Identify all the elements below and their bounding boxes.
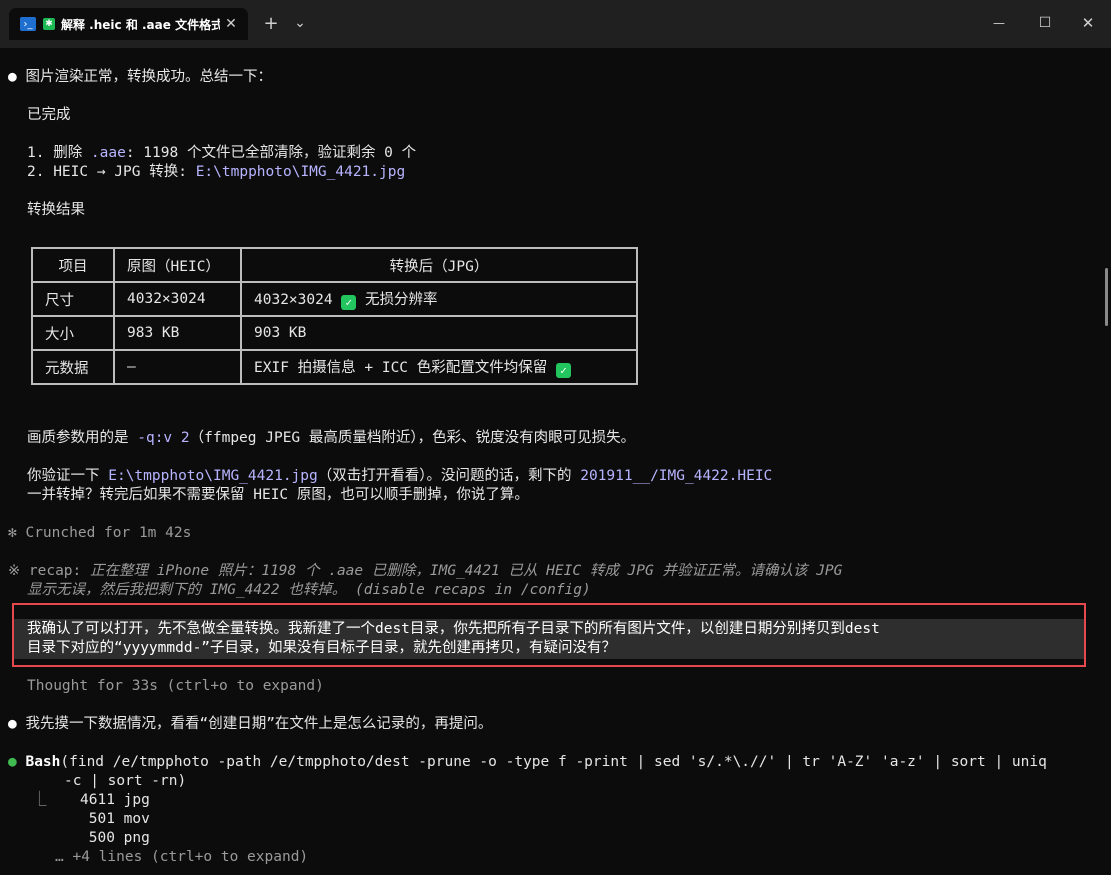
table-header: 原图（HEIC） — [113, 247, 242, 283]
tool-label: Bash — [25, 754, 61, 770]
code: .aae — [90, 145, 126, 161]
close-button[interactable]: ✕ — [1066, 8, 1110, 38]
expand-hint[interactable]: … +4 lines (ctrl+o to expand) — [55, 848, 308, 867]
status-star-icon: ✱ — [43, 18, 55, 30]
text: （ffmpeg JPEG 最高质量档附近），色彩、锐度没有肉眼可见损失。 — [189, 430, 636, 446]
summary-line: 图片渲染正常，转换成功。总结一下： — [25, 69, 272, 85]
table-row: 元数据 – EXIF 拍摄信息 + ICC 色彩配置文件均保留 ✓ — [31, 349, 638, 385]
list-item: 2. HEIC → JPG 转换: E:\tmpphoto\IMG_4421.j… — [27, 163, 405, 182]
verify-line-2: 一并转掉？转完后如果不需要保留 HEIC 原图，也可以顺手删掉，你说了算。 — [27, 487, 529, 503]
cell-text: 无损分辨率 — [365, 292, 438, 308]
table-header: 项目 — [31, 247, 115, 283]
text: 1. 删除 — [27, 145, 91, 161]
bullet-icon: ● — [8, 69, 17, 85]
terminal-content[interactable]: ● 图片渲染正常，转换成功。总结一下： 已完成 1. 删除 .aae: 1198… — [0, 48, 1111, 875]
heading-result: 转换结果 — [27, 202, 85, 218]
verify-line: 你验证一下 E:\tmpphoto\IMG_4421.jpg（双击打开看看）。没… — [27, 467, 772, 486]
table-cell: 4032×3024 ✓ 无损分辨率 — [240, 281, 638, 317]
crunched-status: ✻ Crunched for 1m 42s — [8, 524, 191, 543]
text: 画质参数用的是 — [27, 430, 138, 446]
scrollbar-thumb[interactable] — [1105, 268, 1108, 326]
bash-command-cont: -c | sort -rn) — [64, 773, 187, 789]
command-text: (find /e/tmpphoto -path /e/tmpphoto/dest… — [60, 754, 1047, 770]
recap-label: recap: — [28, 563, 82, 579]
tab-title: 解释 .heic 和 .aae 文件格式 — [61, 17, 220, 32]
powershell-icon: ›_ — [20, 17, 36, 31]
table-cell: EXIF 拍摄信息 + ICC 色彩配置文件均保留 ✓ — [240, 349, 638, 385]
check-icon: ✓ — [556, 363, 571, 378]
text: : 1198 个文件已全部清除，验证剩余 0 个 — [125, 145, 417, 161]
code: -q:v 2 — [137, 430, 190, 446]
file-path: 201911__/IMG_4422.HEIC — [580, 468, 773, 484]
recap-text: 显示无误，然后我把剩下的 IMG_4422 也转掉。 — [27, 582, 347, 598]
text: （双击打开看看）。没问题的话，剩下的 — [317, 468, 581, 484]
assistant-message: ● 图片渲染正常，转换成功。总结一下： — [8, 68, 272, 87]
table-cell: 尺寸 — [31, 281, 115, 317]
check-icon: ✓ — [341, 295, 357, 310]
minimize-button[interactable]: — — [976, 8, 1022, 38]
new-tab-button[interactable]: + — [258, 8, 284, 38]
cell-text: EXIF 拍摄信息 + ICC 色彩配置文件均保留 — [254, 360, 548, 376]
heading-done: 已完成 — [27, 107, 71, 123]
table-row: 大小 983 KB 903 KB — [31, 315, 638, 351]
text: 你验证一下 — [27, 468, 109, 484]
file-path: E:\tmpphoto\IMG_4421.jpg — [195, 164, 406, 180]
table-header-row: 项目 原图（HEIC） 转换后（JPG） — [31, 247, 638, 283]
success-bullet-icon: ● — [8, 754, 17, 770]
table-cell: – — [113, 349, 242, 385]
recap-icon: ※ — [8, 563, 21, 579]
recap-hint: (disable recaps in /config) — [355, 582, 591, 598]
recap-line-2: 显示无误，然后我把剩下的 IMG_4422 也转掉。 (disable reca… — [27, 581, 591, 600]
bash-command: ● Bash(find /e/tmpphoto -path /e/tmpphot… — [8, 753, 1047, 772]
output-line: 500 png — [80, 830, 150, 846]
output-line: 501 mov — [80, 811, 150, 827]
table-row: 尺寸 4032×3024 4032×3024 ✓ 无损分辨率 — [31, 281, 638, 317]
table-cell: 4032×3024 — [113, 281, 242, 317]
list-item: 1. 删除 .aae: 1198 个文件已全部清除，验证剩余 0 个 — [27, 144, 416, 163]
message-text: 我先摸一下数据情况，看看“创建日期”在文件上是怎么记录的，再提问。 — [25, 716, 493, 732]
cell-text: 4032×3024 — [254, 292, 333, 308]
output-line: 4611 jpg — [80, 792, 150, 808]
table-cell: 983 KB — [113, 315, 242, 351]
recap-text: 正在整理 iPhone 照片：1198 个 .aae 已删除，IMG_4421 … — [81, 563, 843, 579]
assistant-message: ● 我先摸一下数据情况，看看“创建日期”在文件上是怎么记录的，再提问。 — [8, 715, 492, 734]
output-corner-icon: ⎿ — [32, 792, 47, 808]
asterisk-icon: ✻ — [8, 525, 17, 541]
table-cell: 903 KB — [240, 315, 638, 351]
recap-line: ※ recap: 正在整理 iPhone 照片：1198 个 .aae 已删除，… — [8, 562, 842, 581]
highlight-box — [12, 603, 1086, 667]
file-path: E:\tmpphoto\IMG_4421.jpg — [108, 468, 318, 484]
thought-status[interactable]: Thought for 33s (ctrl+o to expand) — [27, 677, 324, 696]
bullet-icon: ● — [8, 716, 17, 732]
table-cell: 元数据 — [31, 349, 115, 385]
tab-active[interactable]: ›_ ✱ 解释 .heic 和 .aae 文件格式 ✕ — [9, 8, 248, 40]
tab-dropdown-button[interactable]: ⌄ — [288, 8, 312, 38]
title-bar: ›_ ✱ 解释 .heic 和 .aae 文件格式 ✕ + ⌄ — ☐ ✕ — [0, 0, 1111, 48]
table-header: 转换后（JPG） — [240, 247, 638, 283]
tab-close-button[interactable]: ✕ — [220, 16, 242, 32]
table-cell: 大小 — [31, 315, 115, 351]
maximize-button[interactable]: ☐ — [1022, 8, 1068, 38]
quality-line: 画质参数用的是 -q:v 2（ffmpeg JPEG 最高质量档附近），色彩、锐… — [27, 429, 635, 448]
result-table: 项目 原图（HEIC） 转换后（JPG） 尺寸 4032×3024 4032×3… — [31, 247, 638, 385]
status-text: Crunched for 1m 42s — [25, 525, 192, 541]
text: 2. HEIC → JPG 转换: — [27, 164, 196, 180]
